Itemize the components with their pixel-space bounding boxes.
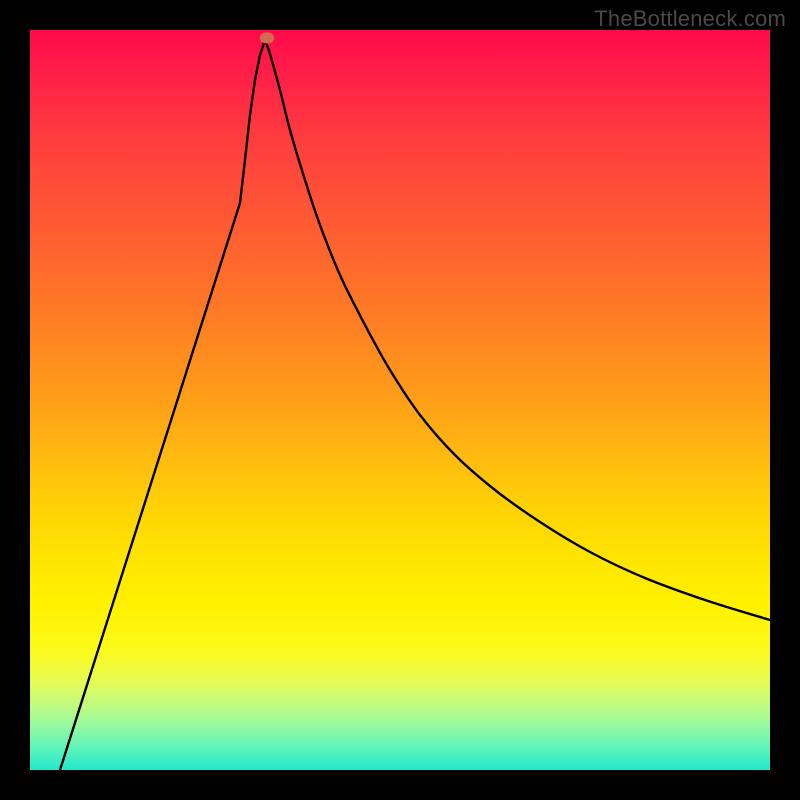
curve-layer	[30, 30, 770, 770]
minimum-marker	[260, 33, 274, 44]
chart-frame: TheBottleneck.com	[0, 0, 800, 800]
watermark-text: TheBottleneck.com	[594, 6, 786, 32]
plot-area	[30, 30, 770, 770]
bottleneck-curve	[60, 40, 770, 770]
